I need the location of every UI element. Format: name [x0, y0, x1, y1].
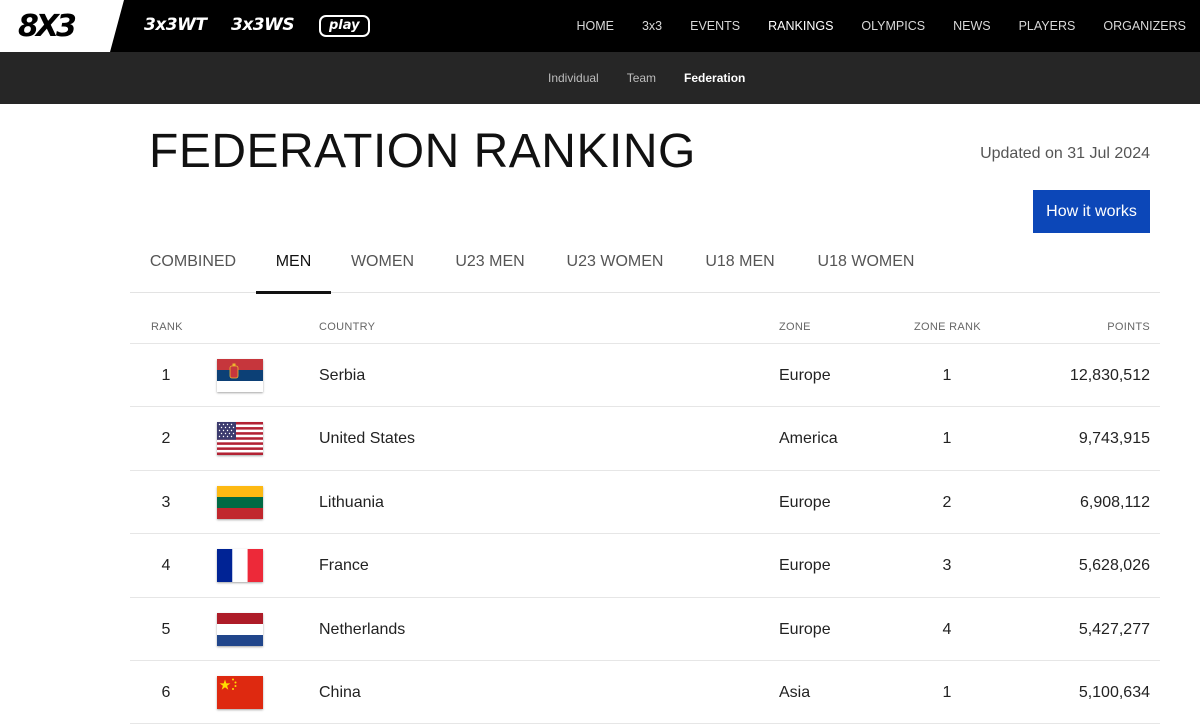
points-cell: 9,743,915 — [1078, 430, 1150, 448]
points-cell: 6,908,112 — [1080, 493, 1150, 511]
tab-label: U23 MEN — [455, 253, 525, 270]
country-link[interactable]: Lithuania — [319, 471, 384, 534]
points-cell: 5,427,277 — [1078, 620, 1150, 638]
points-cell: 5,100,634 — [1078, 683, 1150, 701]
how-it-works-button[interactable]: How it works — [1033, 190, 1150, 233]
lithuania-flag-icon — [217, 485, 263, 519]
nav-item-players[interactable]: PLAYERS — [1005, 0, 1090, 52]
nav-item-olympics[interactable]: OLYMPICS — [847, 0, 939, 52]
country-link[interactable]: Serbia — [319, 344, 365, 407]
brand-3x3wt-link[interactable]: 3x3WT — [144, 15, 207, 35]
tab-combined[interactable]: COMBINED — [130, 238, 256, 293]
rank-cell: 1 — [161, 367, 171, 384]
category-tabs: COMBINED MEN WOMEN U23 MEN U23 WOMEN U18… — [130, 238, 1160, 294]
points-cell: 5,628,026 — [1078, 557, 1150, 575]
zone-cell: Europe — [779, 493, 831, 511]
zone-rank-cell: 3 — [942, 557, 952, 575]
tab-women[interactable]: WOMEN — [331, 238, 434, 293]
united-states-flag-icon — [217, 422, 263, 456]
tab-u23-men[interactable]: U23 MEN — [434, 238, 546, 293]
nav-item-home[interactable]: HOME — [562, 0, 628, 52]
page-title: FEDERATION RANKING — [149, 125, 696, 178]
table-header: RANK COUNTRY ZONE ZONE RANK POINTS — [130, 310, 1160, 344]
nav-item-organizers[interactable]: ORGANIZERS — [1089, 0, 1200, 52]
top-navigation-bar: 8X3 3x3WT 3x3WS play HOME 3x3 EVENTS RAN… — [0, 0, 1200, 52]
rank-cell: 5 — [161, 620, 171, 638]
column-header-zone: ZONE — [779, 321, 811, 333]
column-header-rank: RANK — [151, 321, 183, 333]
rankings-subnav: Individual Team Federation — [534, 52, 759, 104]
tab-label: U23 WOMEN — [566, 253, 664, 270]
sub-navigation-bar: Individual Team Federation — [0, 52, 1200, 104]
zone-rank-cell: 2 — [942, 493, 952, 511]
column-header-country: COUNTRY — [319, 321, 376, 333]
table-row[interactable]: 1 Serbia Europe 1 12,830,512 — [130, 344, 1160, 408]
rank-cell: 3 — [161, 493, 171, 511]
nav-item-events[interactable]: EVENTS — [676, 0, 754, 52]
brand-3x3ws-link[interactable]: 3x3WS — [231, 15, 295, 35]
subnav-item-individual[interactable]: Individual — [534, 52, 613, 104]
rank-cell: 6 — [161, 683, 171, 701]
tab-label: U18 MEN — [705, 253, 775, 270]
tab-u18-women[interactable]: U18 WOMEN — [796, 238, 936, 293]
nav-item-rankings[interactable]: RANKINGS — [754, 0, 847, 52]
zone-rank-cell: 1 — [942, 367, 952, 384]
active-tab-indicator — [256, 291, 331, 294]
nav-item-3x3[interactable]: 3x3 — [628, 0, 676, 52]
rank-cell: 2 — [161, 430, 171, 448]
zone-cell: Europe — [779, 367, 831, 384]
tab-label: U18 WOMEN — [817, 253, 915, 270]
serbia-flag-icon — [217, 359, 263, 392]
china-flag-icon — [217, 675, 263, 709]
france-flag-icon — [217, 549, 263, 583]
country-link[interactable]: Netherlands — [319, 598, 405, 661]
tab-men[interactable]: MEN — [256, 238, 331, 294]
zone-rank-cell: 1 — [942, 683, 952, 701]
table-row[interactable]: 6 China Asia 1 5,100,634 — [130, 661, 1160, 724]
brand-play-link[interactable]: play — [319, 15, 370, 37]
subnav-item-team[interactable]: Team — [613, 52, 670, 104]
tab-label: WOMEN — [350, 253, 415, 270]
ranking-table: RANK COUNTRY ZONE ZONE RANK POINTS 1 Ser… — [130, 310, 1160, 724]
table-row[interactable]: 5 Netherlands Europe 4 5,427,277 — [130, 598, 1160, 661]
logo-text: 8X3 — [18, 9, 77, 44]
zone-cell: Asia — [779, 683, 811, 701]
nav-item-news[interactable]: NEWS — [939, 0, 1005, 52]
zone-cell: Europe — [779, 557, 831, 575]
rank-cell: 4 — [161, 557, 171, 575]
tab-label: MEN — [275, 253, 312, 270]
column-header-zone-rank: ZONE RANK — [914, 321, 981, 333]
country-link[interactable]: France — [319, 534, 369, 597]
tab-u18-men[interactable]: U18 MEN — [684, 238, 796, 293]
netherlands-flag-icon — [217, 612, 263, 646]
fiba-3x3-logo[interactable]: 8X3 — [0, 0, 124, 52]
zone-rank-cell: 4 — [942, 620, 952, 638]
table-row[interactable]: 3 Lithuania Europe 2 6,908,112 — [130, 471, 1160, 535]
main-nav: HOME 3x3 EVENTS RANKINGS OLYMPICS NEWS P… — [562, 0, 1200, 52]
updated-date: Updated on 31 Jul 2024 — [980, 145, 1150, 162]
column-header-points: POINTS — [1107, 321, 1150, 333]
country-link[interactable]: China — [319, 661, 361, 724]
table-row[interactable]: 2 United States America 1 9,743,915 — [130, 407, 1160, 471]
tab-label: COMBINED — [149, 253, 237, 270]
zone-cell: America — [779, 430, 838, 448]
table-row[interactable]: 4 France Europe 3 5,628,026 — [130, 534, 1160, 598]
country-link[interactable]: United States — [319, 407, 415, 470]
zone-rank-cell: 1 — [942, 430, 952, 448]
zone-cell: Europe — [779, 620, 831, 638]
subnav-item-federation[interactable]: Federation — [670, 52, 759, 104]
tab-u23-women[interactable]: U23 WOMEN — [546, 238, 684, 293]
points-cell: 12,830,512 — [1069, 367, 1150, 384]
